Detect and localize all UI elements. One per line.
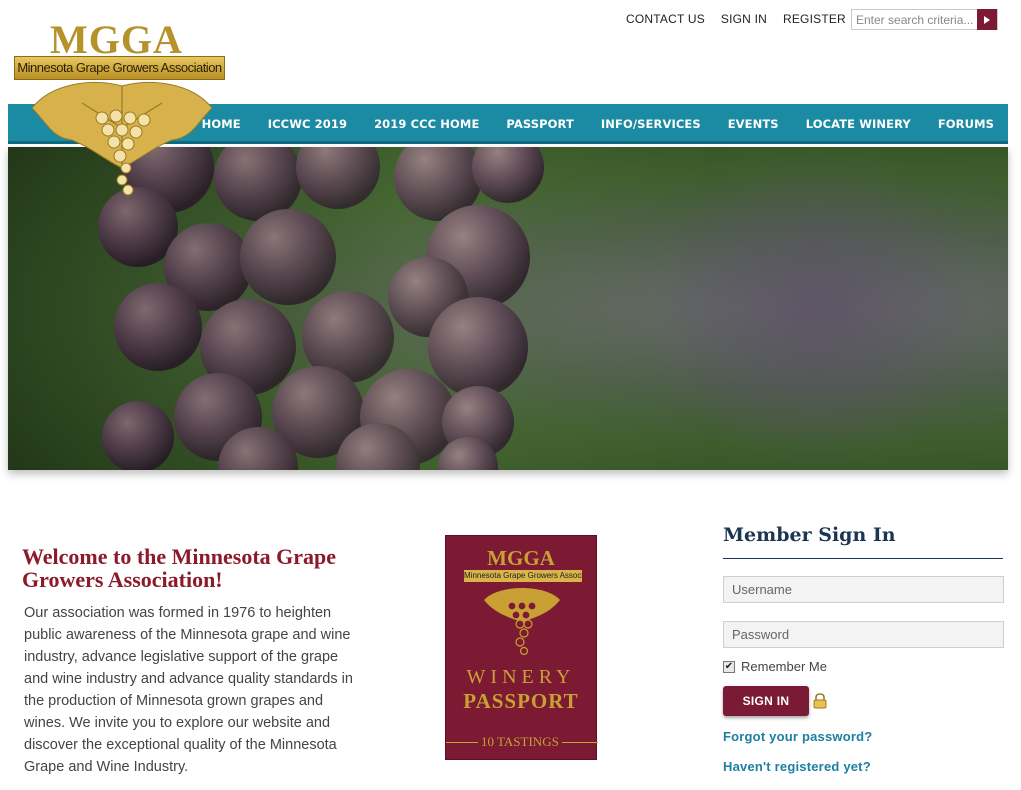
- remember-me-label: Remember Me: [741, 659, 827, 674]
- passport-tastings: 10 TASTINGS: [478, 734, 562, 750]
- username-field[interactable]: [724, 577, 1003, 602]
- register-link[interactable]: REGISTER: [783, 12, 846, 26]
- play-arrow-icon: [984, 15, 990, 24]
- passport-abbr: MGGA: [487, 546, 555, 570]
- remember-me: ✔ Remember Me: [723, 659, 827, 674]
- passport-band: Minnesota Grape Growers Association: [464, 570, 582, 582]
- welcome-text: Our association was formed in 1976 to he…: [24, 605, 353, 775]
- contact-us-link[interactable]: CONTACT US: [626, 12, 705, 26]
- register-now-link[interactable]: Haven't registered yet?: [723, 759, 871, 774]
- logo-band: Minnesota Grape Growers Association: [14, 56, 225, 80]
- password-field-wrap: [723, 621, 1004, 648]
- nav-passport[interactable]: PASSPORT: [506, 117, 574, 131]
- passport-label: PASSPORT: [463, 689, 579, 713]
- nav-forums[interactable]: FORUMS: [938, 117, 994, 131]
- search-box: [851, 9, 998, 30]
- grape-leaf-icon: [31, 81, 213, 196]
- mgga-logo[interactable]: MGGA Minnesota Grape Growers Association: [14, 16, 226, 196]
- nav-2019-ccc-home[interactable]: 2019 CCC HOME: [374, 117, 479, 131]
- sign-in-button[interactable]: SIGN IN: [723, 686, 809, 716]
- sign-in-link[interactable]: SIGN IN: [721, 12, 767, 26]
- nav-locate-winery[interactable]: LOCATE WINERY: [806, 117, 911, 131]
- member-signin-title: Member Sign In: [723, 524, 896, 546]
- winery-passport-image[interactable]: MGGA Minnesota Grape Growers Association…: [445, 535, 598, 760]
- nav-events[interactable]: EVENTS: [728, 117, 779, 131]
- logo-name: Minnesota Grape Growers Association: [17, 60, 222, 75]
- nav-info-services[interactable]: INFO/SERVICES: [601, 117, 701, 131]
- passport-grape-icon: [484, 588, 560, 656]
- search-input[interactable]: [852, 10, 977, 29]
- lock-icon: [813, 693, 827, 709]
- welcome-title: Welcome to the Minnesota Grape Growers A…: [22, 544, 337, 592]
- password-field[interactable]: [724, 622, 1003, 647]
- username-field-wrap: [723, 576, 1004, 603]
- remember-me-checkbox[interactable]: ✔: [723, 660, 735, 673]
- search-button[interactable]: [977, 9, 997, 30]
- nav-iccwc-2019[interactable]: ICCWC 2019: [268, 117, 347, 131]
- signin-divider: [723, 558, 1003, 559]
- forgot-password-link[interactable]: Forgot your password?: [723, 729, 872, 744]
- passport-winery: WINERY: [466, 666, 576, 688]
- utility-links: CONTACT US SIGN IN REGISTER: [626, 12, 846, 26]
